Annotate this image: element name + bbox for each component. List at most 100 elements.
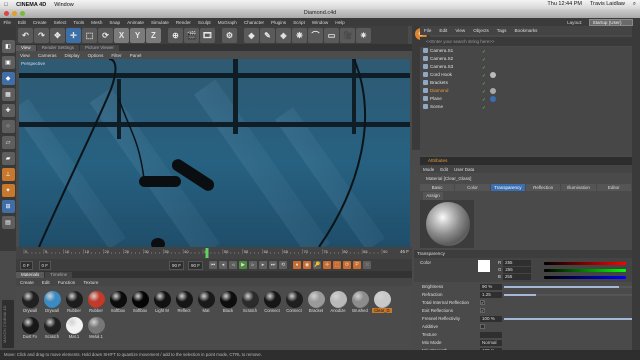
object-row[interactable]: Plane ✓ [420, 95, 632, 103]
array-icon[interactable]: ❋ [292, 27, 307, 43]
material-swatch[interactable]: Drywall [42, 290, 62, 316]
object-search-input[interactable]: <<Enter your search string here>> [420, 37, 632, 46]
attr-tab-color[interactable]: Color [455, 184, 490, 191]
menu-render[interactable]: Render [176, 20, 191, 25]
object-menu-objects[interactable]: Objects [473, 28, 489, 33]
material-menu-texture[interactable]: Texture [83, 280, 98, 285]
param-slider[interactable] [504, 318, 632, 320]
autokey-icon[interactable]: ◉ [303, 261, 312, 269]
prev-frame-icon[interactable]: ◃ [229, 261, 238, 269]
loop-icon[interactable]: ⟲ [279, 261, 288, 269]
material-swatch[interactable]: Mat [196, 290, 216, 316]
attr-tab-basic[interactable]: Basic [420, 184, 455, 191]
material-swatch[interactable]: Connect [284, 290, 304, 316]
material-tag-icon[interactable] [490, 96, 496, 102]
window-menu[interactable]: Window [54, 2, 74, 8]
attr-menu-user-data[interactable]: User Data [454, 167, 474, 172]
record-pla-icon[interactable]: ⁙ [363, 261, 372, 269]
user-name[interactable]: Travis Laidlaw [590, 1, 625, 8]
menu-mesh[interactable]: Mesh [91, 20, 102, 25]
pen-icon[interactable]: ✎ [260, 27, 275, 43]
next-frame-icon[interactable]: ▹ [249, 261, 258, 269]
edges-mode-icon[interactable]: ▱ [1, 136, 15, 149]
menu-select[interactable]: Select [54, 20, 67, 25]
object-menu-view[interactable]: View [455, 28, 465, 33]
keyframe-selection-icon[interactable]: 🔑 [313, 261, 322, 269]
viewport-menu-cameras[interactable]: Cameras [38, 53, 57, 58]
material-swatch[interactable]: Softbox [130, 290, 150, 316]
start-frame-field[interactable]: 0 F [20, 260, 33, 270]
record-icon[interactable]: ● [293, 261, 302, 269]
material-menu-create[interactable]: Create [20, 280, 34, 285]
menu-snap[interactable]: Snap [109, 20, 120, 25]
texture-mode-icon[interactable]: ▦ [1, 88, 15, 101]
param-checkbox[interactable]: ✓ [480, 300, 485, 305]
playhead[interactable] [205, 248, 209, 258]
material-swatch[interactable]: Metal.1 [86, 316, 106, 342]
menu-file[interactable]: File [4, 20, 11, 25]
menu-mograph[interactable]: MoGraph [218, 20, 237, 25]
zoom-icon[interactable] [20, 11, 25, 16]
object-row[interactable]: Cord Hook ✓ [420, 71, 632, 79]
scale-icon[interactable]: ⬚ [82, 27, 97, 43]
menu-window[interactable]: Window [312, 20, 328, 25]
axis-mode-icon[interactable]: ✚ [1, 104, 15, 117]
material-swatch[interactable]: Dust Fx [20, 316, 40, 342]
attr-tab-illumination[interactable]: Illumination [561, 184, 596, 191]
cube-icon[interactable]: ◆ [244, 27, 259, 43]
object-mode-icon[interactable]: ◆ [1, 72, 15, 85]
material-swatch[interactable]: Rubber [64, 290, 84, 316]
camera-icon[interactable]: 🎥 [340, 27, 355, 43]
y-axis-icon[interactable]: Y [130, 27, 145, 43]
param-checkbox[interactable] [480, 324, 485, 329]
redo-icon[interactable]: ↷ [34, 27, 49, 43]
material-tag-icon[interactable] [490, 72, 496, 78]
object-menu-bookmarks[interactable]: Bookmarks [514, 28, 537, 33]
render-view-icon[interactable]: 🎬 [184, 27, 199, 43]
material-tag-icon[interactable] [490, 88, 496, 94]
model-mode-icon[interactable]: ▣ [1, 56, 15, 69]
record-param-icon[interactable]: P [353, 261, 362, 269]
object-menu-tags[interactable]: Tags [497, 28, 507, 33]
object-row[interactable]: Camera.S3 ✓ [420, 63, 632, 71]
param-checkbox[interactable]: ✓ [480, 308, 485, 313]
menu-tools[interactable]: Tools [73, 20, 84, 25]
object-row[interactable]: Camera.S2 ✓ [420, 55, 632, 63]
snap-icon[interactable]: ⊞ [1, 200, 15, 213]
material-preview[interactable] [420, 200, 474, 248]
transparency-section-header[interactable]: Transparency [414, 250, 632, 258]
attr-menu-mode[interactable]: Mode [423, 167, 434, 172]
viewport-menu-filter[interactable]: Filter [111, 53, 121, 58]
material-swatch[interactable]: Softbox [108, 290, 128, 316]
param-value[interactable]: 1.25 [480, 292, 502, 298]
menu-script[interactable]: Script [293, 20, 305, 25]
material-swatch[interactable]: Clear_G [372, 290, 392, 316]
object-row[interactable]: Brackets ✓ [420, 79, 632, 87]
menu-character[interactable]: Character [244, 20, 264, 25]
param-value[interactable]: Normal [480, 340, 502, 346]
rgb-field[interactable]: B 255 [498, 274, 538, 280]
material-swatch[interactable]: Bracket [306, 290, 326, 316]
goto-start-icon[interactable]: ⏮ [209, 261, 218, 269]
play-icon[interactable]: ▶ [239, 261, 248, 269]
param-value[interactable]: 90 % [480, 284, 502, 290]
deformer-icon[interactable]: ⌒ [308, 27, 323, 43]
tweak-icon[interactable]: ✦ [1, 184, 15, 197]
param-value[interactable] [480, 332, 502, 338]
rgb-field[interactable]: R 255 [498, 260, 538, 266]
x-axis-icon[interactable]: X [114, 27, 129, 43]
minimize-icon[interactable] [12, 11, 17, 16]
material-swatch[interactable]: Light M [152, 290, 172, 316]
assign-tab[interactable]: Assign [423, 192, 443, 200]
enable-axis-icon[interactable]: ⊥ [1, 168, 15, 181]
object-menu-edit[interactable]: Edit [439, 28, 447, 33]
object-row[interactable]: Scene ✓ [420, 103, 632, 111]
viewport-menu-view[interactable]: View [20, 53, 30, 58]
param-slider[interactable] [504, 286, 632, 288]
object-row[interactable]: Diamond ✓ [420, 87, 632, 95]
channel-slider[interactable] [544, 269, 626, 272]
layout-dropdown[interactable]: Startup (User) [588, 18, 633, 26]
spotlight-icon[interactable]: ⌕ [633, 1, 636, 8]
attr-menu-edit[interactable]: Edit [440, 167, 448, 172]
light-icon[interactable]: ✷ [356, 27, 371, 43]
